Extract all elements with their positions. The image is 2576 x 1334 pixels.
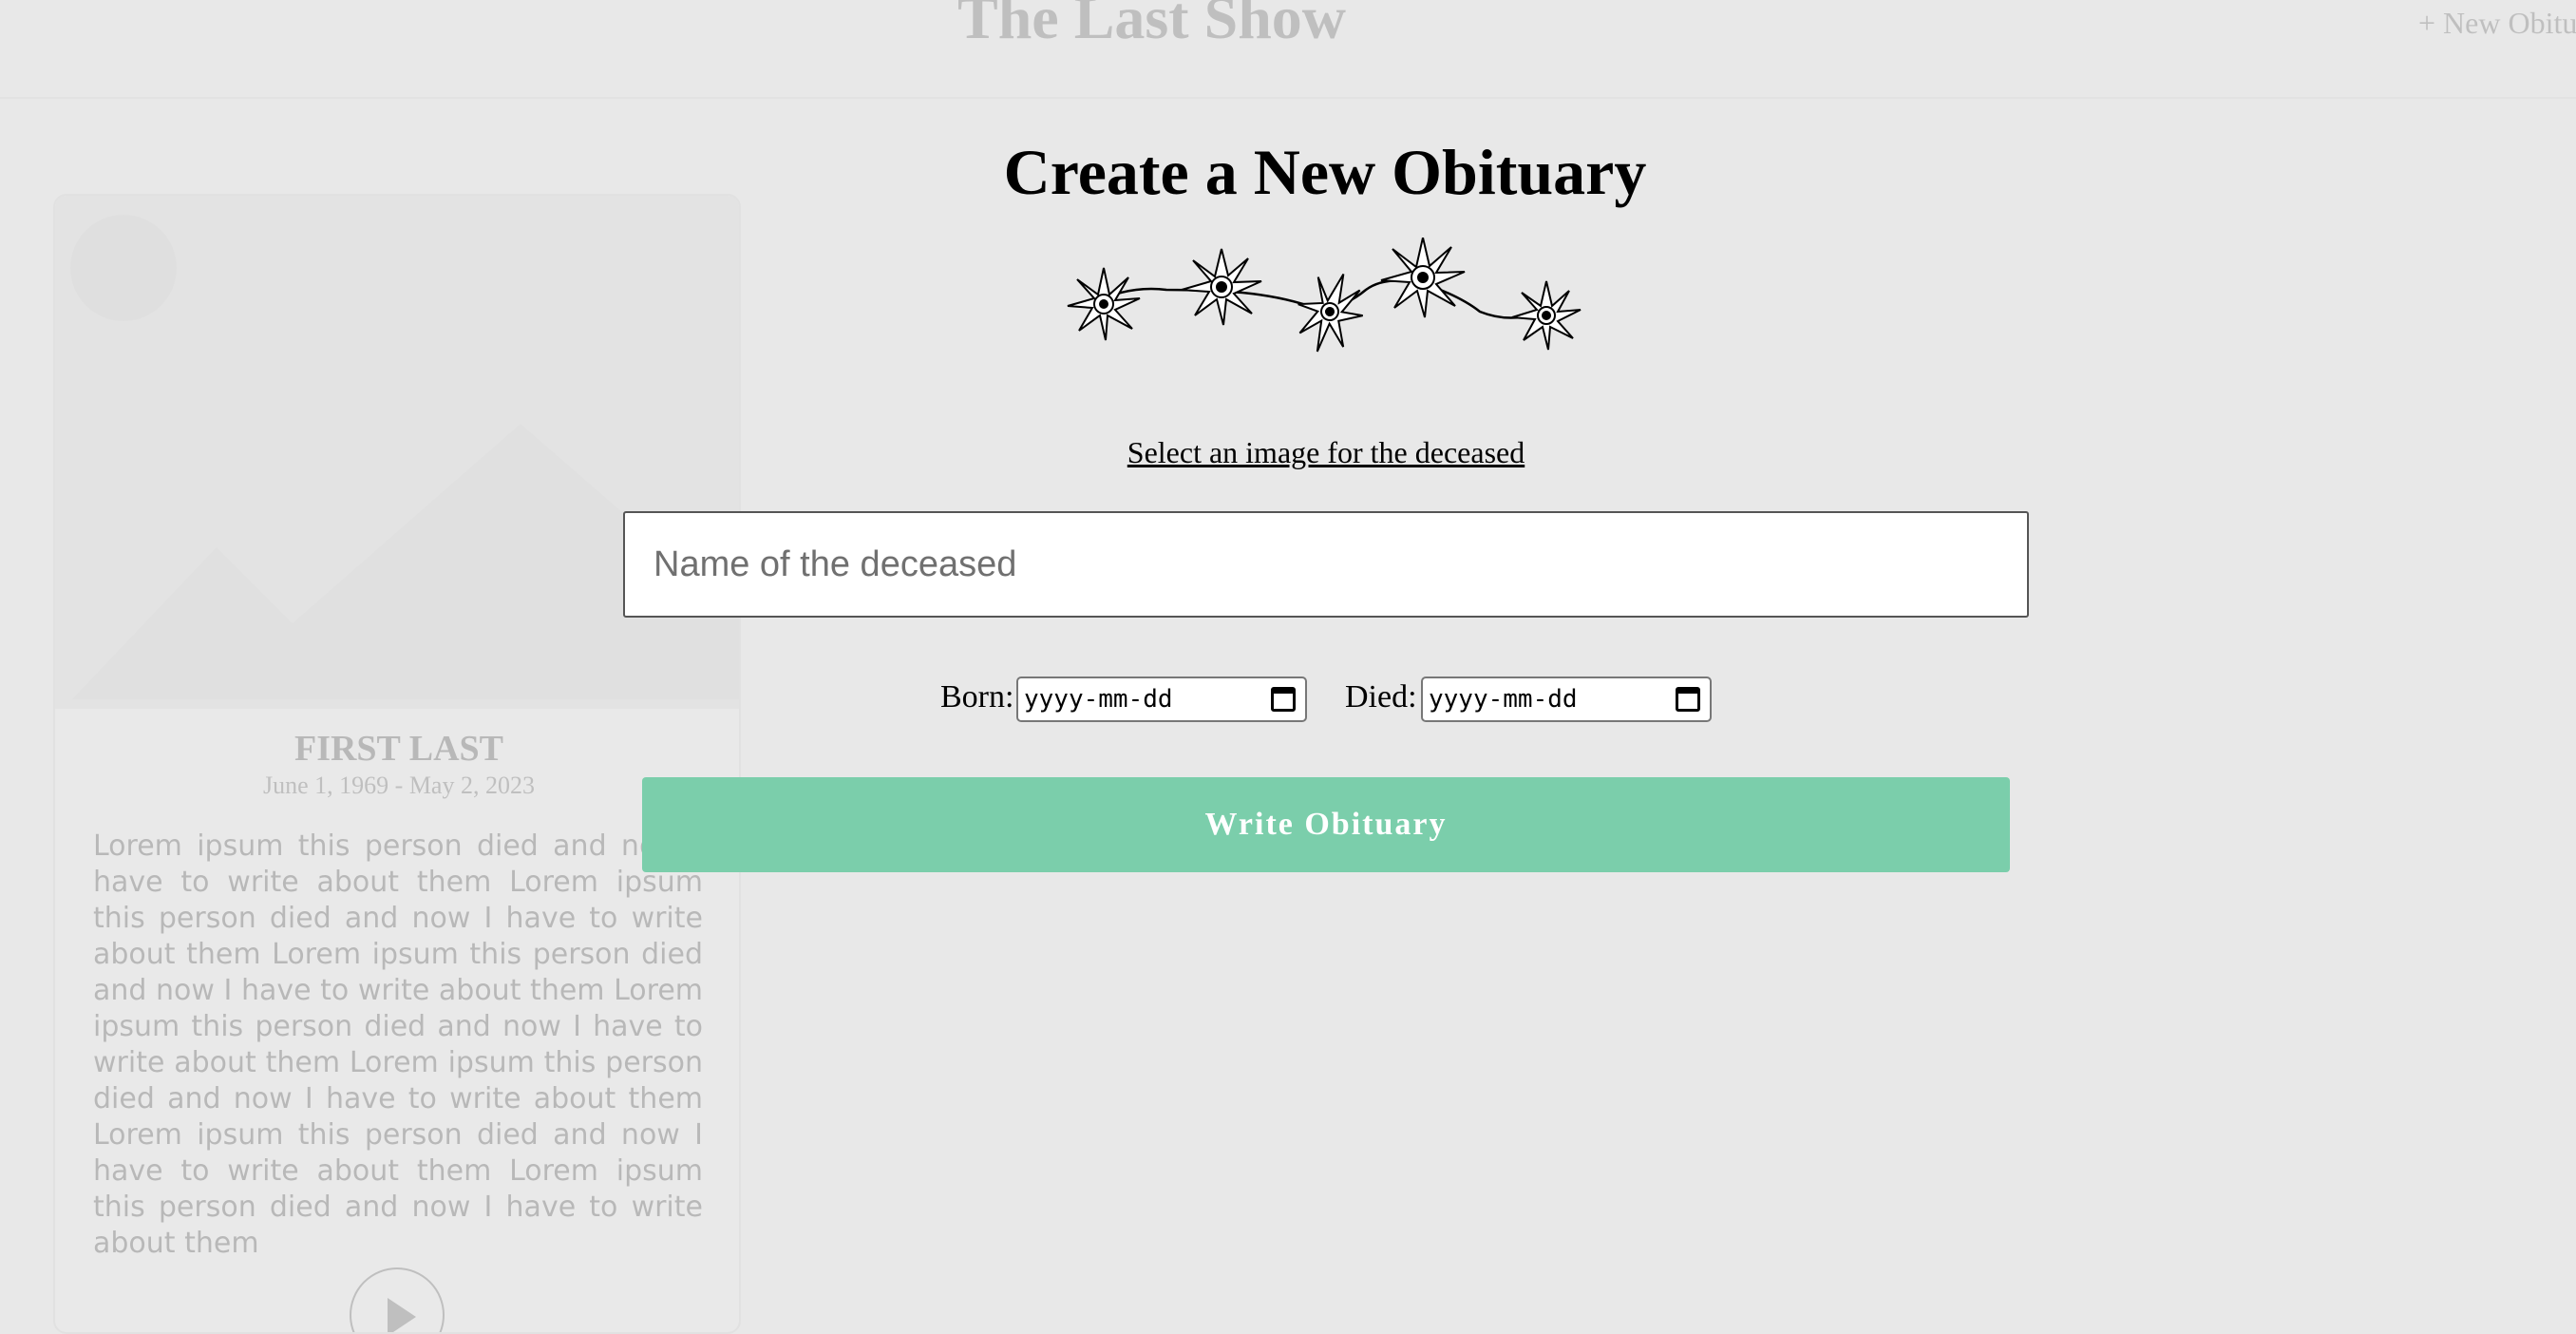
died-label: Died:: [1345, 679, 1417, 715]
born-date-input[interactable]: yyyy-mm-dd: [1016, 677, 1307, 722]
born-label: Born:: [940, 679, 1014, 715]
flower-garland-icon: [1067, 238, 1582, 353]
died-date-input[interactable]: yyyy-mm-dd: [1421, 677, 1712, 722]
deceased-name-input[interactable]: [623, 511, 2029, 618]
born-date-value: yyyy-mm-dd: [1024, 685, 1173, 714]
write-obituary-button[interactable]: Write Obituary: [642, 777, 2010, 872]
calendar-icon[interactable]: [1676, 687, 1700, 712]
new-obituary-modal: Create a New Obituary Select an image fo…: [0, 99, 2576, 1304]
site-header: The Last Show + New Obitu: [0, 0, 2576, 99]
site-title: The Last Show: [957, 0, 1346, 51]
select-image-link[interactable]: Select an image for the deceased: [0, 435, 2576, 470]
modal-title: Create a New Obituary: [1003, 136, 1647, 208]
died-date-value: yyyy-mm-dd: [1429, 685, 1578, 714]
new-obituary-link[interactable]: + New Obitu: [2418, 6, 2576, 41]
calendar-icon[interactable]: [1271, 687, 1296, 712]
